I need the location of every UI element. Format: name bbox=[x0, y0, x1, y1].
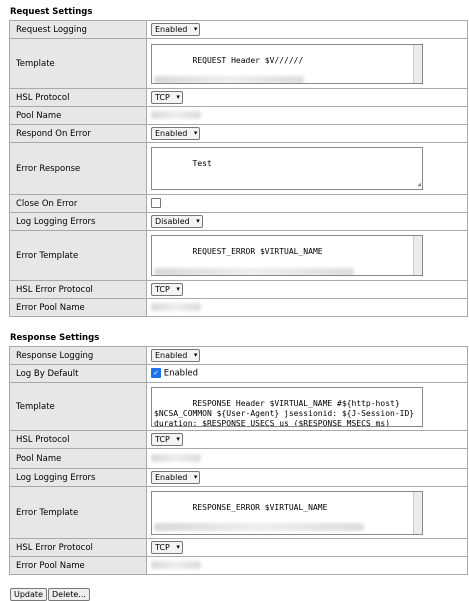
chevron-down-icon: ▾ bbox=[193, 25, 198, 33]
close-on-error-label: Close On Error bbox=[9, 194, 147, 213]
response-log-logging-errors-label: Log Logging Errors bbox=[9, 468, 147, 487]
request-error-template-label: Error Template bbox=[9, 230, 147, 281]
request-hsl-protocol-select[interactable]: TCP ▾ bbox=[151, 91, 183, 104]
chevron-down-icon: ▾ bbox=[193, 473, 198, 481]
request-log-logging-errors-label: Log Logging Errors bbox=[9, 212, 147, 231]
redacted-error-pool-name bbox=[151, 303, 201, 311]
redacted-text bbox=[154, 523, 364, 531]
log-by-default-label: Log By Default bbox=[9, 364, 147, 383]
chevron-down-icon: ▾ bbox=[193, 129, 198, 137]
request-error-template-textarea[interactable]: REQUEST_ERROR $VIRTUAL_NAME bbox=[151, 235, 423, 276]
response-hsl-error-protocol-select[interactable]: TCP ▾ bbox=[151, 541, 183, 554]
response-log-logging-errors-select[interactable]: Enabled ▾ bbox=[151, 471, 201, 484]
scrollbar[interactable] bbox=[413, 44, 422, 83]
response-error-template-textarea[interactable]: RESPONSE_ERROR $VIRTUAL_NAME bbox=[151, 490, 423, 535]
chevron-down-icon: ▾ bbox=[176, 435, 180, 443]
response-settings-table: Response Logging Enabled ▾ Log By Default… bbox=[9, 346, 468, 575]
request-pool-name-label: Pool Name bbox=[9, 106, 147, 125]
close-on-error-checkbox[interactable] bbox=[151, 198, 161, 209]
response-error-pool-name-label: Error Pool Name bbox=[9, 556, 147, 575]
response-pool-name-label: Pool Name bbox=[9, 448, 147, 469]
request-settings-table: Request Logging Enabled ▾ Template REQUES… bbox=[9, 20, 468, 317]
request-hsl-error-protocol-label: HSL Error Protocol bbox=[9, 280, 147, 299]
redacted-pool-name bbox=[151, 454, 201, 462]
request-error-pool-name-label: Error Pool Name bbox=[9, 298, 147, 317]
chevron-down-icon: ▾ bbox=[193, 351, 198, 359]
redacted-text bbox=[154, 76, 304, 83]
response-hsl-protocol-label: HSL Protocol bbox=[9, 430, 147, 449]
response-hsl-protocol-select[interactable]: TCP ▾ bbox=[151, 433, 183, 446]
redacted-pool-name bbox=[151, 111, 201, 119]
request-template-textarea[interactable]: REQUEST Header $V////// bbox=[151, 43, 423, 84]
chevron-down-icon: ▾ bbox=[176, 93, 180, 101]
log-by-default-checkbox-label: Enabled bbox=[163, 368, 199, 379]
resize-grip-icon[interactable]: ◢ bbox=[417, 182, 421, 188]
chevron-down-icon: ▾ bbox=[176, 285, 180, 293]
request-hsl-error-protocol-select[interactable]: TCP ▾ bbox=[151, 283, 183, 296]
chevron-down-icon: ▾ bbox=[196, 217, 200, 225]
request-logging-select[interactable]: Enabled ▾ bbox=[151, 23, 201, 36]
update-button[interactable]: Update bbox=[10, 588, 47, 601]
respond-on-error-select[interactable]: Enabled ▾ bbox=[151, 127, 201, 140]
response-hsl-error-protocol-label: HSL Error Protocol bbox=[9, 538, 147, 557]
request-log-logging-errors-select[interactable]: Disabled ▾ bbox=[151, 215, 203, 228]
log-by-default-checkbox[interactable]: ✓ bbox=[151, 368, 161, 379]
request-logging-label: Request Logging bbox=[9, 20, 147, 39]
request-hsl-protocol-label: HSL Protocol bbox=[9, 88, 147, 107]
scrollbar[interactable] bbox=[413, 491, 422, 534]
request-template-label: Template bbox=[9, 38, 147, 89]
scrollbar[interactable] bbox=[413, 236, 422, 275]
error-response-textarea[interactable]: Test ◢ bbox=[151, 147, 423, 190]
response-error-template-label: Error Template bbox=[9, 486, 147, 539]
respond-on-error-label: Respond On Error bbox=[9, 124, 147, 143]
error-response-label: Error Response bbox=[9, 142, 147, 195]
request-settings-title: Request Settings bbox=[10, 7, 93, 17]
redacted-error-pool-name bbox=[151, 561, 201, 569]
response-template-label: Template bbox=[9, 382, 147, 431]
redacted-text bbox=[154, 267, 354, 275]
response-logging-label: Response Logging bbox=[9, 346, 147, 365]
delete-button[interactable]: Delete... bbox=[48, 588, 90, 601]
response-settings-title: Response Settings bbox=[10, 333, 100, 343]
chevron-down-icon: ▾ bbox=[176, 543, 180, 551]
response-template-textarea[interactable]: RESPONSE Header $VIRTUAL_NAME #${http-ho… bbox=[151, 386, 423, 427]
response-logging-select[interactable]: Enabled ▾ bbox=[151, 349, 201, 362]
